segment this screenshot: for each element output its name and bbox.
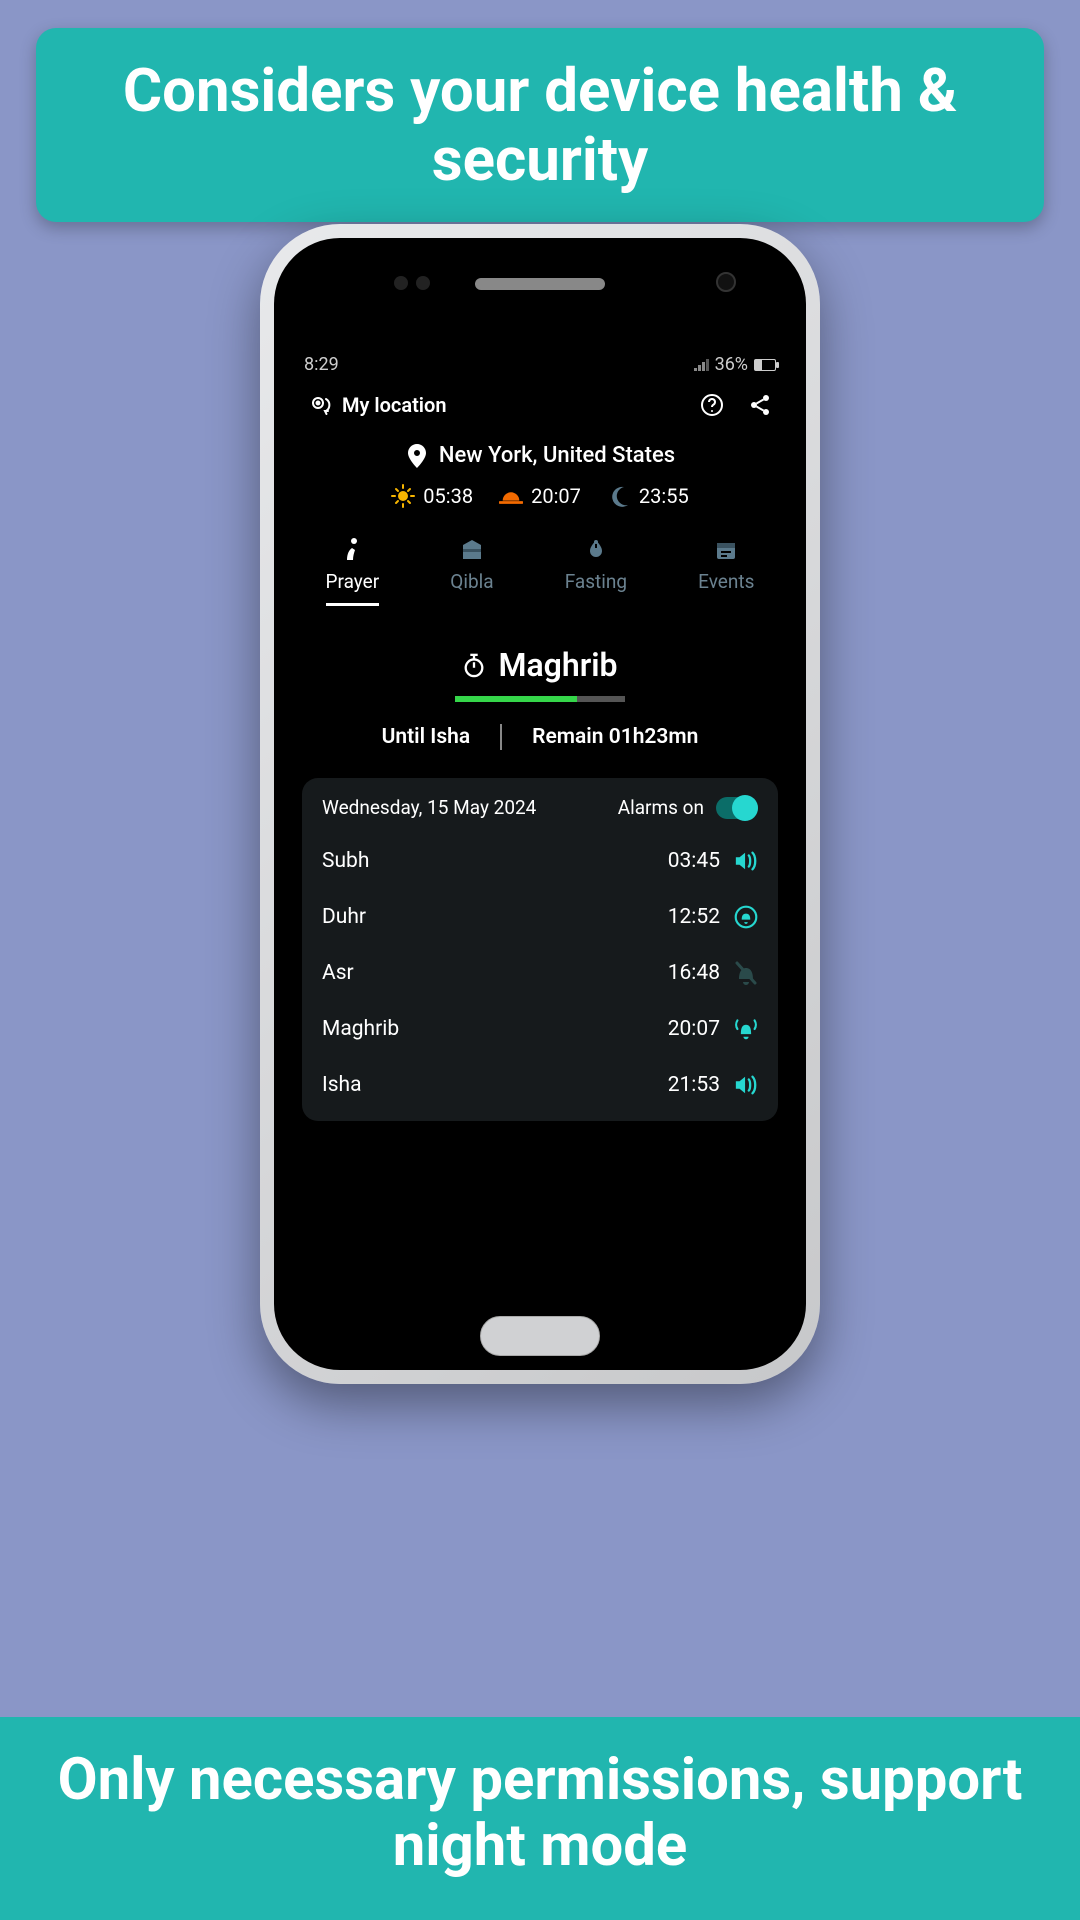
promo-banner-top: Considers your device health & security	[36, 28, 1044, 222]
prayer-name: Subh	[322, 849, 369, 873]
header-actions	[700, 393, 772, 417]
remain-label: Remain 01h23mn	[532, 725, 698, 749]
sun-times-row: 05:38 20:07 23:55	[290, 484, 790, 508]
divider	[500, 724, 502, 750]
prayer-name: Asr	[322, 961, 354, 985]
speaker-on-icon[interactable]	[734, 1073, 758, 1097]
current-prayer-name: Maghrib	[498, 646, 617, 684]
bell-active-icon[interactable]	[734, 1017, 758, 1041]
current-prayer-row: Maghrib	[290, 646, 790, 684]
prayer-row-asr[interactable]: Asr 16:48	[322, 945, 758, 1001]
tab-events[interactable]: Events	[698, 538, 754, 606]
sunset-item: 20:07	[499, 484, 581, 508]
status-right: 36%	[694, 354, 776, 375]
prayer-row-isha[interactable]: Isha 21:53	[322, 1057, 758, 1113]
my-location-button[interactable]: My location	[308, 393, 447, 417]
panel-date: Wednesday, 15 May 2024	[322, 796, 536, 819]
bell-ring-icon[interactable]	[734, 905, 758, 929]
device-inner: 8:29 36% My location	[274, 238, 806, 1370]
tab-qibla[interactable]: Qibla	[450, 538, 493, 606]
promo-banner-bottom: Only necessary permissions, support nigh…	[0, 1717, 1080, 1920]
pin-icon	[405, 444, 429, 468]
progress-bar	[455, 696, 625, 702]
tab-prayer[interactable]: Prayer	[326, 538, 380, 606]
signal-icon	[694, 359, 709, 371]
status-bar: 8:29 36%	[290, 348, 790, 381]
prayer-row-duhr[interactable]: Duhr 12:52	[322, 889, 758, 945]
sunset-time: 20:07	[531, 484, 581, 508]
tab-fasting[interactable]: Fasting	[565, 538, 627, 606]
status-time: 8:29	[304, 354, 339, 375]
location-city-row[interactable]: New York, United States	[290, 443, 790, 468]
fasting-icon	[584, 538, 608, 562]
alarms-toggle[interactable]	[716, 797, 758, 819]
app-screen: 8:29 36% My location	[290, 348, 790, 1300]
device-frame: 8:29 36% My location	[260, 224, 820, 1384]
prayer-icon	[340, 538, 364, 562]
tab-fasting-label: Fasting	[565, 570, 627, 593]
location-info: New York, United States 05:38 20:07	[290, 443, 790, 508]
moon-icon	[607, 484, 631, 508]
night-item: 23:55	[607, 484, 689, 508]
sunset-icon	[499, 484, 523, 508]
calendar-icon	[714, 538, 738, 562]
help-icon[interactable]	[700, 393, 724, 417]
city-label: New York, United States	[439, 443, 675, 468]
front-camera	[716, 272, 736, 292]
prayer-name: Isha	[322, 1073, 362, 1097]
speaker	[475, 278, 605, 290]
alarms-label: Alarms on	[618, 796, 704, 819]
prayer-time: 16:48	[668, 961, 720, 985]
alarms-control: Alarms on	[618, 796, 758, 819]
panel-header: Wednesday, 15 May 2024 Alarms on	[322, 796, 758, 819]
prayers-panel: Wednesday, 15 May 2024 Alarms on Subh 03…	[302, 778, 778, 1121]
prayer-name: Maghrib	[322, 1017, 399, 1041]
nav-tabs: Prayer Qibla Fasting	[290, 538, 790, 606]
battery-icon	[754, 359, 776, 371]
prayer-row-maghrib[interactable]: Maghrib 20:07	[322, 1001, 758, 1057]
sunrise-time: 05:38	[423, 484, 473, 508]
prayer-time: 20:07	[668, 1017, 720, 1041]
tab-qibla-label: Qibla	[450, 570, 493, 593]
sunrise-item: 05:38	[391, 484, 473, 508]
prayer-row-subh[interactable]: Subh 03:45	[322, 833, 758, 889]
location-refresh-icon	[308, 393, 332, 417]
sun-icon	[391, 484, 415, 508]
prayer-time: 03:45	[668, 849, 720, 873]
tab-prayer-label: Prayer	[326, 570, 380, 593]
speaker-on-icon[interactable]	[734, 849, 758, 873]
prayer-time: 21:53	[668, 1073, 720, 1097]
status-battery: 36%	[715, 354, 748, 375]
current-prayer-block: Maghrib Until Isha Remain 01h23mn	[290, 646, 790, 750]
home-button[interactable]	[480, 1316, 600, 1356]
app-header: My location	[290, 381, 790, 425]
share-icon[interactable]	[748, 393, 772, 417]
prayer-name: Duhr	[322, 905, 366, 929]
tab-events-label: Events	[698, 570, 754, 593]
sensor-dots	[394, 276, 430, 290]
until-label: Until Isha	[382, 725, 471, 749]
night-time: 23:55	[639, 484, 689, 508]
progress-fill	[455, 696, 577, 702]
my-location-label: My location	[342, 393, 447, 417]
kaaba-icon	[460, 538, 484, 562]
bell-muted-icon[interactable]	[734, 961, 758, 985]
stopwatch-icon	[462, 653, 486, 677]
prayer-time: 12:52	[668, 905, 720, 929]
until-remain-row: Until Isha Remain 01h23mn	[290, 724, 790, 750]
